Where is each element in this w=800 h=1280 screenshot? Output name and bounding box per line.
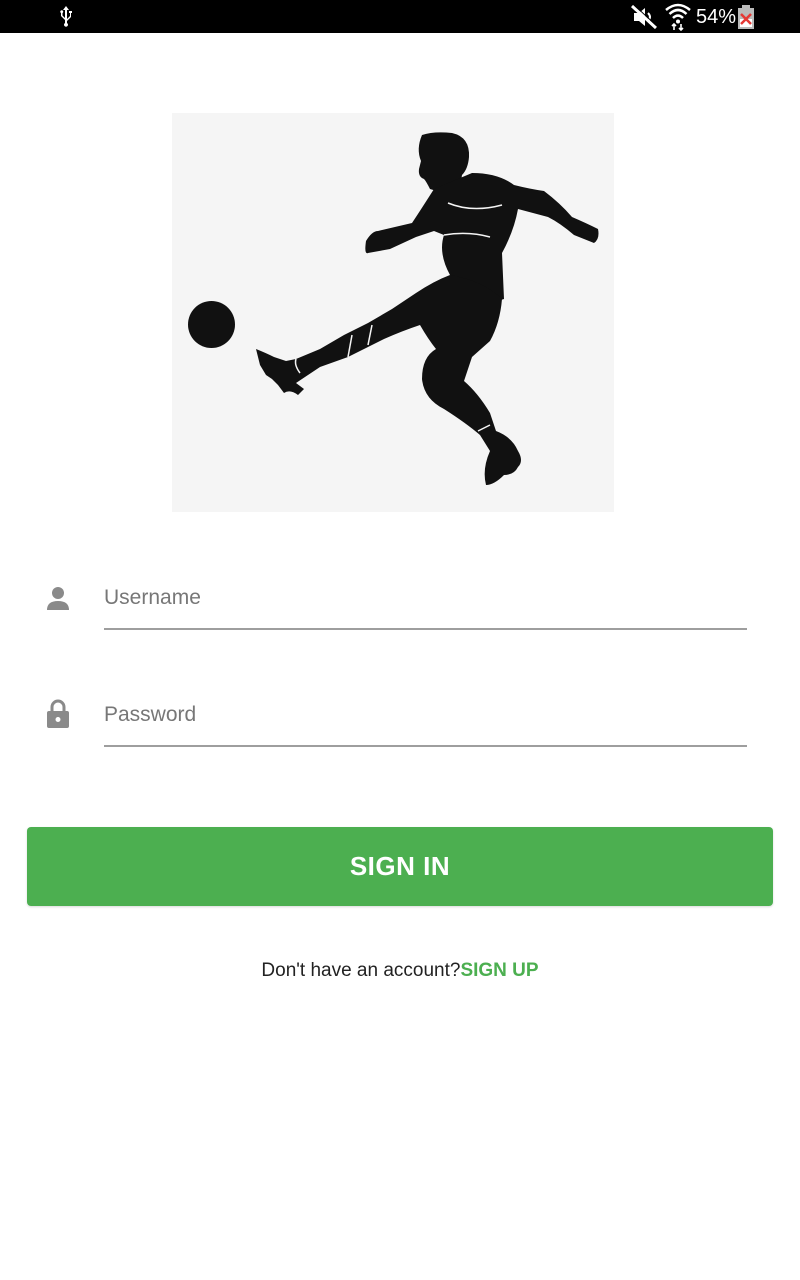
signup-prompt: Don't have an account? bbox=[261, 960, 461, 981]
password-underline bbox=[104, 745, 747, 747]
status-bar: 54% bbox=[0, 0, 800, 33]
battery-icon bbox=[738, 5, 754, 29]
username-input[interactable] bbox=[104, 578, 747, 618]
football-player-silhouette bbox=[188, 132, 599, 485]
sign-in-button[interactable]: SIGN IN bbox=[27, 827, 773, 906]
battery-percentage: 54% bbox=[696, 6, 737, 28]
lock-icon bbox=[47, 699, 69, 728]
football-player-image bbox=[172, 113, 614, 512]
username-field-row bbox=[0, 572, 800, 642]
wifi-icon bbox=[665, 3, 691, 31]
signup-row: Don't have an account?SIGN UP bbox=[0, 958, 800, 984]
mute-icon bbox=[630, 4, 658, 30]
password-field-row bbox=[0, 689, 800, 759]
ball-shape bbox=[188, 301, 235, 348]
person-icon bbox=[47, 587, 69, 610]
password-input[interactable] bbox=[104, 695, 747, 735]
usb-icon bbox=[60, 6, 72, 27]
sign-up-link[interactable]: SIGN UP bbox=[460, 960, 538, 981]
username-underline bbox=[104, 628, 747, 630]
